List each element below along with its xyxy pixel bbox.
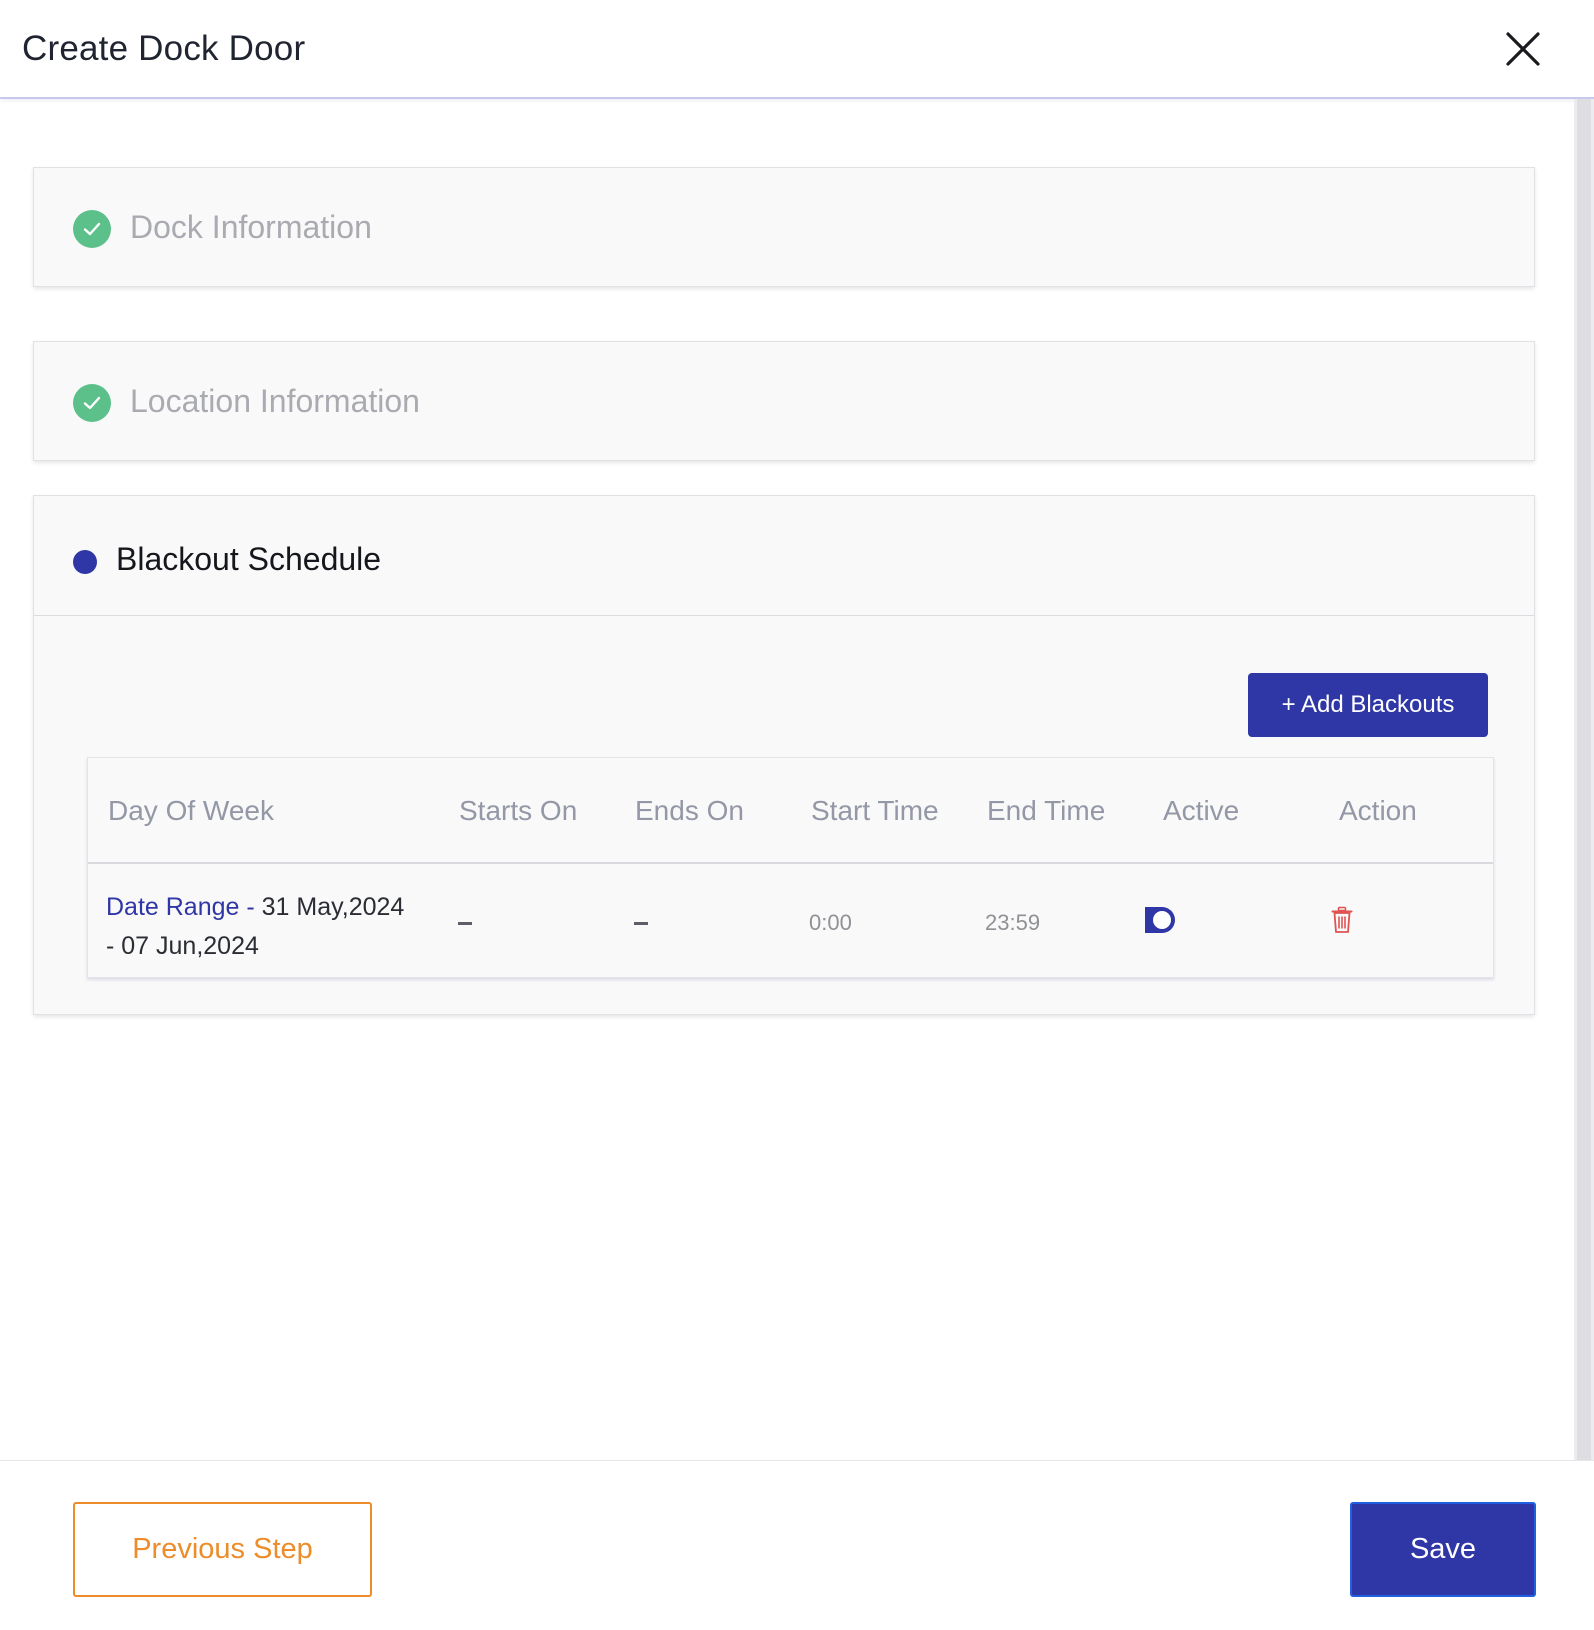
column-header-end-time: End Time bbox=[987, 795, 1106, 826]
day-of-week-cell: Date Range - 31 May,2024 - 07 Jun,2024 bbox=[106, 888, 436, 966]
step-header[interactable]: Location Information bbox=[34, 342, 1534, 462]
column-header-active: Active bbox=[1163, 795, 1240, 826]
step-title: Location Information bbox=[130, 383, 420, 419]
column-header-start-time: Start Time bbox=[811, 795, 939, 826]
modal-footer: Previous Step Save bbox=[0, 1460, 1594, 1630]
blackout-table: Day Of Week Starts On Ends On Start Time… bbox=[87, 757, 1494, 978]
active-toggle-icon[interactable] bbox=[1143, 905, 1177, 935]
modal-title: Create Dock Door bbox=[22, 29, 306, 68]
start-time-cell: 0:00 bbox=[809, 910, 852, 935]
column-header-day-of-week: Day Of Week bbox=[108, 795, 274, 826]
ends-on-cell bbox=[634, 922, 648, 925]
check-circle-icon bbox=[73, 384, 111, 422]
table-row: Date Range - 31 May,2024 - 07 Jun,2024 –… bbox=[88, 864, 1493, 979]
modal-header: Create Dock Door bbox=[0, 0, 1594, 99]
column-header-starts-on: Starts On bbox=[459, 795, 578, 826]
date-range-start: 31 May,2024 bbox=[261, 893, 405, 921]
save-button[interactable]: Save bbox=[1350, 1502, 1536, 1597]
step-blackout-schedule: Blackout Schedule + Add Blackouts Day Of… bbox=[33, 495, 1535, 1015]
previous-step-button[interactable]: Previous Step bbox=[73, 1502, 372, 1597]
table-header: Day Of Week Starts On Ends On Start Time… bbox=[88, 758, 1493, 864]
column-header-ends-on: Ends On bbox=[635, 795, 744, 826]
step-header[interactable]: Dock Information bbox=[34, 168, 1534, 288]
column-header-action: Action bbox=[1339, 795, 1417, 826]
active-step-dot-icon bbox=[73, 550, 97, 574]
step-title: Blackout Schedule bbox=[116, 541, 382, 577]
date-range-end: - 07 Jun,2024 bbox=[106, 932, 259, 960]
scrollbar-track[interactable] bbox=[1574, 99, 1594, 1461]
modal-window: Create Dock Door Dock Information Locati… bbox=[0, 0, 1594, 1630]
starts-on-cell bbox=[458, 922, 472, 925]
check-circle-icon bbox=[73, 210, 111, 248]
close-icon[interactable] bbox=[1504, 30, 1542, 68]
end-time-cell: 23:59 bbox=[985, 910, 1041, 935]
add-blackouts-button[interactable]: + Add Blackouts bbox=[1248, 673, 1488, 737]
step-title: Dock Information bbox=[130, 209, 372, 245]
step-location-information[interactable]: Location Information bbox=[33, 341, 1535, 461]
scrollbar-thumb[interactable] bbox=[1577, 99, 1591, 1461]
date-range-label: Date Range - bbox=[106, 893, 262, 921]
step-dock-information[interactable]: Dock Information bbox=[33, 167, 1535, 287]
trash-icon[interactable] bbox=[1331, 906, 1353, 934]
step-header[interactable]: Blackout Schedule bbox=[34, 496, 1534, 616]
